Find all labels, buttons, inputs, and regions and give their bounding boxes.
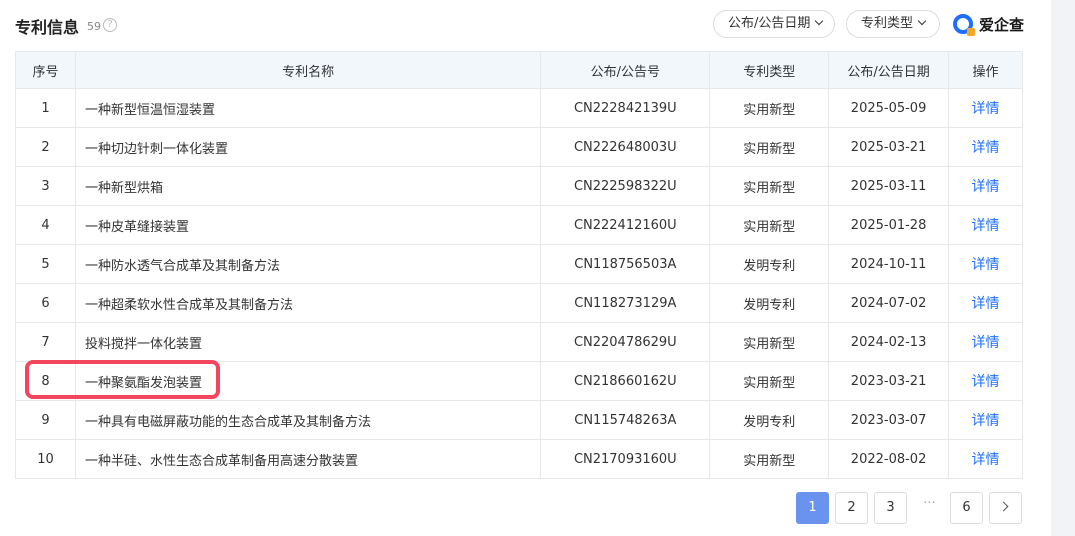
patent-number: CN222648003U [540, 127, 711, 167]
publish-date: 2025-03-21 [828, 127, 950, 167]
help-icon[interactable]: ? [103, 18, 117, 32]
patent-type: 实用新型 [709, 166, 830, 206]
patent-number: CN115748263A [540, 400, 711, 440]
patent-name: 一种皮革缝接装置 [74, 205, 542, 245]
row-index: 10 [15, 439, 76, 479]
patent-number: CN217093160U [540, 439, 711, 479]
column-header-date: 公布/公告日期 [828, 51, 950, 89]
table-row: 4 一种皮革缝接装置 CN222412160U 实用新型 2025-01-28 … [15, 205, 1023, 245]
row-index: 7 [15, 322, 76, 362]
table-header-row: 序号 专利名称 公布/公告号 专利类型 公布/公告日期 操作 [15, 51, 1023, 89]
page-button-3[interactable]: 3 [874, 492, 907, 524]
patent-type: 发明专利 [709, 244, 830, 284]
column-header-index: 序号 [15, 51, 76, 89]
type-filter-dropdown[interactable]: 专利类型 [846, 10, 940, 38]
patent-type: 实用新型 [709, 127, 830, 167]
column-header-action: 操作 [948, 51, 1023, 89]
page-ellipsis[interactable]: ··· [913, 492, 946, 524]
table-row: 9 一种具有电磁屏蔽功能的生态合成革及其制备方法 CN115748263A 发明… [15, 400, 1023, 440]
page-button-2[interactable]: 2 [835, 492, 868, 524]
section-header: 专利信息 59 ? 公布/公告日期 专利类型 爱企查 [15, 0, 1025, 48]
row-index: 6 [15, 283, 76, 323]
row-index: 3 [15, 166, 76, 206]
patent-number: CN118273129A [540, 283, 711, 323]
patent-number: CN118756503A [540, 244, 711, 284]
patent-number: CN222842139U [540, 88, 711, 128]
detail-link[interactable]: 详情 [948, 127, 1023, 167]
detail-link[interactable]: 详情 [948, 88, 1023, 128]
patent-number: CN220478629U [540, 322, 711, 362]
table-row: 3 一种新型烘箱 CN222598322U 实用新型 2025-03-11 详情 [15, 166, 1023, 206]
date-filter-label: 公布/公告日期 [728, 16, 811, 31]
patent-name: 投料搅拌一体化装置 [74, 322, 542, 362]
patent-type: 实用新型 [709, 88, 830, 128]
page-side-strip [1051, 0, 1075, 536]
row-index: 9 [15, 400, 76, 440]
row-index: 1 [15, 88, 76, 128]
row-index: 4 [15, 205, 76, 245]
table-row: 2 一种切边针刺一体化装置 CN222648003U 实用新型 2025-03-… [15, 127, 1023, 167]
magnifier-logo-icon [953, 14, 975, 36]
table-row: 10 一种半硅、水性生态合成革制备用高速分散装置 CN217093160U 实用… [15, 439, 1023, 479]
publish-date: 2025-01-28 [828, 205, 950, 245]
detail-link[interactable]: 详情 [948, 166, 1023, 206]
table-row: 5 一种防水透气合成革及其制备方法 CN118756503A 发明专利 2024… [15, 244, 1023, 284]
publish-date: 2024-02-13 [828, 322, 950, 362]
next-page-button[interactable] [989, 492, 1022, 524]
patent-name: 一种具有电磁屏蔽功能的生态合成革及其制备方法 [74, 400, 542, 440]
publish-date: 2022-08-02 [828, 439, 950, 479]
row-index: 5 [15, 244, 76, 284]
type-filter-label: 专利类型 [861, 16, 914, 31]
section-title: 专利信息 [15, 18, 80, 37]
patent-name: 一种切边针刺一体化装置 [74, 127, 542, 167]
date-filter-dropdown[interactable]: 公布/公告日期 [713, 10, 835, 38]
detail-link[interactable]: 详情 [948, 400, 1023, 440]
patent-number: CN222412160U [540, 205, 711, 245]
column-header-type: 专利类型 [709, 51, 830, 89]
patent-number: CN218660162U [540, 361, 711, 401]
detail-link[interactable]: 详情 [948, 283, 1023, 323]
patent-type: 实用新型 [709, 205, 830, 245]
column-header-number: 公布/公告号 [540, 51, 711, 89]
patent-type: 实用新型 [709, 322, 830, 362]
publish-date: 2024-07-02 [828, 283, 950, 323]
patent-type: 发明专利 [709, 400, 830, 440]
patent-name: 一种防水透气合成革及其制备方法 [74, 244, 542, 284]
brand-logo[interactable]: 爱企查 [953, 12, 1024, 36]
chevron-right-icon [998, 501, 1009, 512]
chevron-down-icon [815, 16, 824, 26]
brand-name: 爱企查 [979, 15, 1025, 34]
patent-table: 序号 专利名称 公布/公告号 专利类型 公布/公告日期 操作 1 一种新型恒温恒… [15, 51, 1023, 479]
patent-type: 实用新型 [709, 439, 830, 479]
publish-date: 2023-03-21 [828, 361, 950, 401]
table-row: 8 一种聚氨酯发泡装置 CN218660162U 实用新型 2023-03-21… [15, 361, 1023, 401]
record-count: 59 [87, 20, 101, 33]
detail-link[interactable]: 详情 [948, 322, 1023, 362]
publish-date: 2024-10-11 [828, 244, 950, 284]
table-row: 7 投料搅拌一体化装置 CN220478629U 实用新型 2024-02-13… [15, 322, 1023, 362]
publish-date: 2023-03-07 [828, 400, 950, 440]
page-button-last[interactable]: 6 [950, 492, 983, 524]
patent-type: 实用新型 [709, 361, 830, 401]
detail-link[interactable]: 详情 [948, 205, 1023, 245]
table-row: 6 一种超柔软水性合成革及其制备方法 CN118273129A 发明专利 202… [15, 283, 1023, 323]
detail-link[interactable]: 详情 [948, 244, 1023, 284]
detail-link[interactable]: 详情 [948, 361, 1023, 401]
table-row: 1 一种新型恒温恒湿装置 CN222842139U 实用新型 2025-05-0… [15, 88, 1023, 128]
publish-date: 2025-05-09 [828, 88, 950, 128]
patent-number: CN222598322U [540, 166, 711, 206]
publish-date: 2025-03-11 [828, 166, 950, 206]
patent-name: 一种新型恒温恒湿装置 [74, 88, 542, 128]
row-index: 2 [15, 127, 76, 167]
detail-link[interactable]: 详情 [948, 439, 1023, 479]
page-button-1[interactable]: 1 [796, 492, 829, 524]
chevron-down-icon [917, 16, 927, 26]
column-header-name: 专利名称 [74, 51, 542, 89]
row-index: 8 [15, 361, 76, 401]
patent-type: 发明专利 [709, 283, 830, 323]
patent-name: 一种聚氨酯发泡装置 [74, 361, 542, 401]
patent-name: 一种超柔软水性合成革及其制备方法 [74, 283, 542, 323]
patent-name: 一种新型烘箱 [74, 166, 542, 206]
patent-name: 一种半硅、水性生态合成革制备用高速分散装置 [74, 439, 542, 479]
